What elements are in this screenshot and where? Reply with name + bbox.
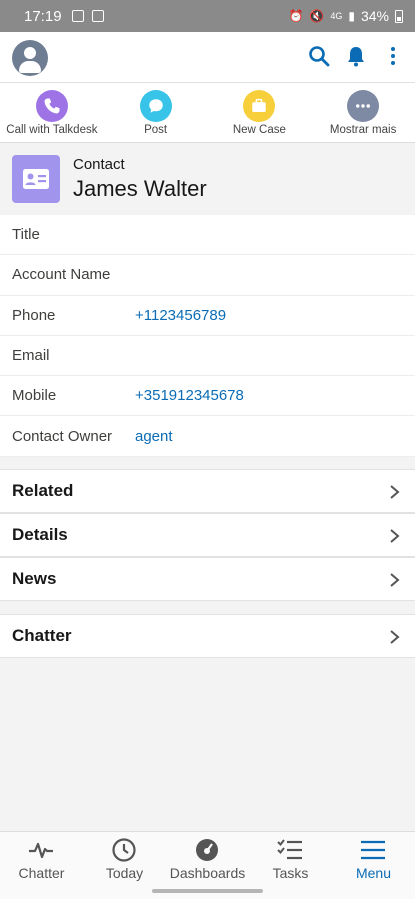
network-type: 4G [330,11,343,21]
clock-icon [112,838,136,862]
contact-card-icon [12,155,60,203]
battery-icon [395,9,403,23]
section-details[interactable]: Details [0,513,415,557]
section-label: Details [12,525,68,544]
contact-owner-link[interactable]: agent [135,428,173,445]
action-label: Mostrar mais [329,124,397,136]
bell-icon[interactable] [344,44,368,68]
nav-label: Menu [355,865,392,881]
download-notification-icon [91,10,104,22]
mute-icon: 🔇 [309,9,325,23]
action-label: Post [144,124,168,136]
app-header [0,32,415,83]
user-avatar-icon[interactable] [12,40,48,76]
field-label: Title [12,226,40,244]
nav-menu[interactable]: Menu [332,832,415,899]
phone-link[interactable]: +1123456789 [135,307,226,324]
field-row-phone: Phone +1123456789 [0,296,415,336]
field-row-account-name: Account Name [0,255,415,296]
nav-label: Tasks [272,865,309,881]
field-row-email: Email [0,336,415,377]
chevron-right-icon [390,529,400,543]
section-label: Chatter [12,626,72,645]
mobile-link[interactable]: +351912345678 [135,387,244,404]
section-news[interactable]: News [0,557,415,601]
field-label: Contact Owner [12,427,113,445]
alarm-icon: ⏰ [288,9,304,23]
search-icon[interactable] [307,44,331,68]
section-label: News [12,569,57,588]
nav-chatter[interactable]: Chatter [0,832,83,899]
field-label: Phone [12,306,56,324]
more-vertical-icon[interactable] [381,44,405,68]
signal-icon: ▮ [348,9,355,23]
home-indicator[interactable] [152,889,263,893]
record-name: James Walter [73,176,207,201]
action-label: Call with Talkdesk [6,124,98,136]
nav-label: Dashboards [169,865,246,881]
gauge-icon [196,839,218,861]
nav-label: Chatter [18,865,65,881]
ellipsis-icon [347,90,380,122]
section-chatter[interactable]: Chatter [0,614,415,658]
chevron-right-icon [390,630,400,644]
show-more-action[interactable]: Mostrar mais [311,83,415,142]
record-type: Contact [73,156,125,173]
section-label: Related [12,481,74,500]
action-label: New Case [232,124,286,136]
nav-label: Today [105,865,144,881]
new-case-action[interactable]: New Case [208,83,312,142]
field-row-contact-owner: Contact Owner agent [0,416,415,457]
phone-icon [35,90,68,122]
field-label: Account Name [12,266,111,284]
chevron-right-icon [390,573,400,587]
field-row-mobile: Mobile +351912345678 [0,376,415,417]
chevron-right-icon [390,485,400,499]
chat-bubble-icon [139,90,172,122]
status-time: 17:19 [24,7,62,25]
battery-percent: 34% [360,8,389,24]
record-header: Contact James Walter [0,143,415,215]
field-label: Mobile [12,387,57,405]
section-related[interactable]: Related [0,469,415,513]
record-fields: Title Account Name Phone +1123456789 Ema… [0,215,415,457]
call-with-talkdesk-action[interactable]: Call with Talkdesk [0,83,104,142]
task-list-icon [277,839,302,860]
post-action[interactable]: Post [104,83,208,142]
gallery-notification-icon [71,10,84,22]
field-row-title: Title [0,215,415,256]
activity-pulse-icon [29,842,53,859]
quick-actions-bar: Call with Talkdesk Post New Case Mostrar… [0,83,415,143]
hamburger-menu-icon [361,840,385,860]
status-bar: 17:19 ⏰ 🔇 4G ▮ 34% [0,0,415,32]
briefcase-icon [243,90,276,122]
field-label: Email [12,347,50,365]
